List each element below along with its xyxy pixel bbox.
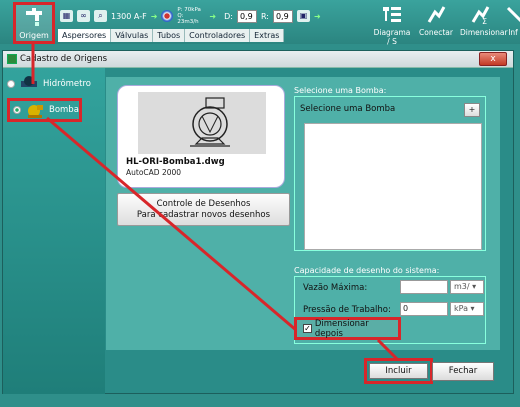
drawing-card[interactable]: HL-ORI-Bomba1.dwg AutoCAD 2000 [117, 85, 285, 188]
origin-type-list: Hidrômetro Bomba [3, 68, 105, 394]
faucet-icon [26, 8, 42, 26]
list-item-hidrometro[interactable]: Hidrômetro [7, 73, 103, 95]
ribbon-quick-row: ▦ ∞ ⌕ 1300 A-F ➜ P: 70kPa Q: 23m3/h ➜ D:… [60, 7, 321, 25]
radio-hidrometro[interactable] [7, 80, 15, 88]
incluir-highlight: Incluir [364, 358, 433, 384]
r-input[interactable]: 0,9 [272, 9, 293, 23]
controle-de-desenhos-button[interactable]: Controle de Desenhos Para cadastrar novo… [117, 193, 290, 226]
info-icon [506, 6, 520, 23]
conectar-label: Conectar [419, 28, 453, 37]
pump-list[interactable] [304, 123, 482, 250]
dimensionar-depois-checkbox-row[interactable]: ✓ Dimensionar depois [294, 317, 401, 340]
diagrama-label: Diagrama / S [373, 28, 411, 46]
d-input[interactable]: 0,9 [236, 9, 257, 23]
add-pump-button[interactable]: + [464, 103, 480, 117]
controle-title: Controle de Desenhos [156, 199, 251, 209]
target-icon [161, 10, 174, 22]
diagram-icon [383, 7, 401, 22]
tab-controladores[interactable]: Controladores [185, 29, 251, 42]
search-icon[interactable]: ⌕ [94, 10, 107, 22]
ribbon-toolbar: Origem ▦ ∞ ⌕ 1300 A-F ➜ P: 70kPa Q: 23m3… [0, 0, 520, 46]
origem-label: Origem [19, 31, 49, 40]
grid-icon[interactable]: ▦ [60, 10, 73, 22]
dimensionar-checkbox[interactable]: ✓ [303, 324, 312, 333]
pressao-unit-select[interactable]: kPa ▾ [450, 302, 484, 316]
arrow-icon[interactable]: ➜ [151, 12, 158, 21]
dimensionar-button[interactable]: Σ Dimensionar [460, 2, 508, 42]
capacity-group-title: Capacidade de desenho do sistema: [294, 266, 440, 275]
tab-extras[interactable]: Extras [250, 29, 285, 42]
dimensionar-label: Dimensionar [460, 28, 508, 37]
tab-tubos[interactable]: Tubos [153, 29, 186, 42]
vazao-input[interactable] [400, 280, 448, 294]
hidrometro-label: Hidrômetro [43, 79, 92, 89]
flow-text: Q: 23m3/h [177, 13, 199, 25]
drawing-version: AutoCAD 2000 [126, 168, 182, 177]
dimensionar-label: Dimensionar depois [314, 318, 369, 339]
app-icon [7, 54, 17, 64]
origem-button[interactable]: Origem [13, 2, 55, 44]
settings-icon[interactable]: ▣ [296, 10, 310, 22]
fechar-button[interactable]: Fechar [432, 362, 494, 381]
dimension-icon: Σ [471, 6, 490, 26]
vazao-label: Vazão Máxima: [303, 283, 368, 293]
ribbon-right-tools: Diagrama / S Conectar Σ Dimensionar Inf [372, 2, 520, 46]
tab-valvulas[interactable]: Válvulas [111, 29, 154, 42]
pump-drawing-preview [138, 92, 266, 154]
arrow-icon[interactable]: ➜ [314, 12, 321, 21]
connect-icon [427, 6, 446, 23]
pressure-flow-readout: P: 70kPa Q: 23m3/h [177, 7, 205, 25]
pressao-input[interactable]: 0 [400, 302, 448, 316]
drawing-filename: HL-ORI-Bomba1.dwg [126, 157, 225, 167]
vazao-unit: m3/ [454, 282, 470, 291]
pump-drawing-icon [190, 97, 230, 147]
binoculars-icon[interactable]: ∞ [77, 10, 90, 22]
radio-bomba[interactable] [13, 106, 21, 114]
select-pump-label: Selecione uma Bomba [300, 104, 396, 114]
controle-subtitle: Para cadastrar novos desenhos [136, 210, 271, 220]
conectar-button[interactable]: Conectar [416, 2, 456, 42]
select-pump-group-title: Selecione uma Bomba: [294, 86, 387, 95]
close-button[interactable]: x [479, 52, 507, 66]
svg-text:Σ: Σ [482, 17, 487, 26]
incluir-button[interactable]: Incluir [369, 363, 428, 379]
pressao-unit: kPa [454, 304, 468, 313]
dialog-titlebar[interactable]: Cadastro de Origens x [3, 51, 513, 68]
list-item-bomba[interactable]: Bomba [7, 98, 82, 122]
info-button[interactable]: Inf [504, 2, 520, 42]
d-label: D: [224, 11, 233, 21]
diagrama-button[interactable]: Diagrama / S [372, 2, 412, 46]
r-label: R: [260, 11, 269, 21]
bomba-label: Bomba [49, 105, 79, 115]
pump-icon [28, 105, 43, 118]
info-label: Inf [508, 28, 518, 37]
tab-aspersores[interactable]: Aspersores [58, 29, 112, 42]
ribbon-tabs: Aspersores Válvulas Tubos Controladores … [58, 29, 285, 42]
sprinkler-model[interactable]: 1300 A-F [111, 12, 147, 21]
water-meter-icon [21, 76, 37, 87]
vazao-unit-select[interactable]: m3/ ▾ [450, 280, 484, 294]
pressao-label: Pressão de Trabalho: [303, 305, 391, 315]
dialog-title: Cadastro de Origens [20, 54, 108, 64]
arrow-icon[interactable]: ➜ [209, 12, 216, 21]
